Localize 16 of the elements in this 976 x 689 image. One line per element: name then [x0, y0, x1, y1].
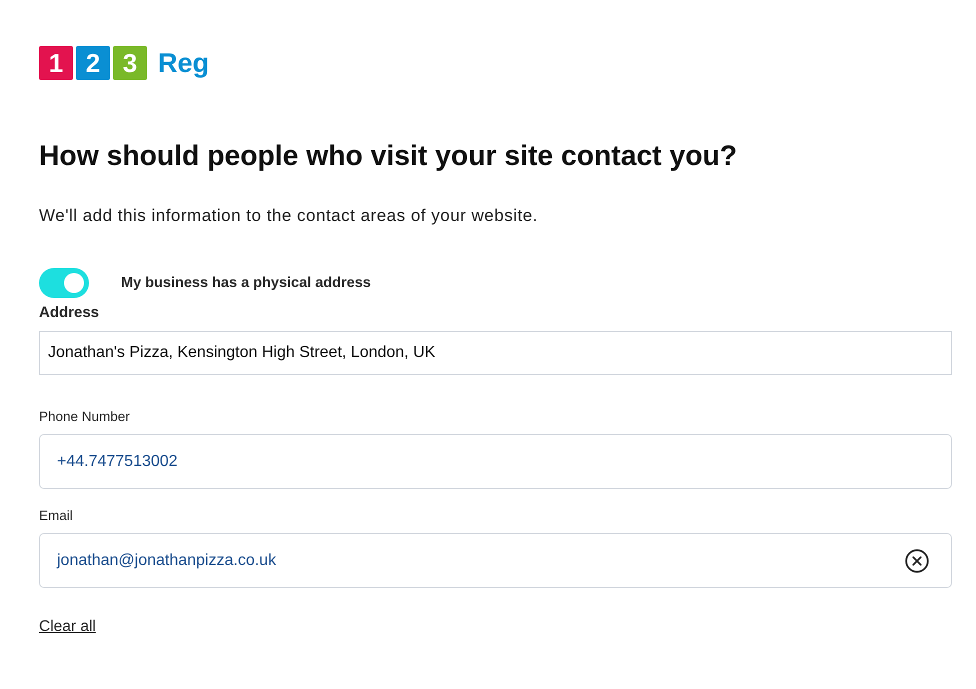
logo-tile: 2 — [76, 46, 110, 80]
toggle-label: My business has a physical address — [121, 274, 371, 292]
input-field[interactable]: Jonathan's Pizza, Kensington High Street, London, UK — [39, 331, 952, 375]
field-label: Phone Number — [39, 409, 131, 425]
input-field[interactable]: jonathan@jonathanpizza.co.uk — [39, 533, 952, 588]
page-heading: How should people who visit your site contact you? — [39, 138, 738, 172]
clear-all-link[interactable]: Clear all — [39, 618, 96, 636]
logo-wordmark: Reg — [158, 47, 210, 80]
page-subtitle: We'll add this information to the contact areas of your website. — [39, 206, 539, 226]
field-label: Address — [39, 304, 100, 322]
logo-tile: 3 — [113, 46, 147, 80]
input-field[interactable]: +44.7477513002 — [39, 434, 952, 489]
address-toggle[interactable] — [39, 268, 89, 298]
logo-tile: 1 — [39, 46, 73, 80]
field-label: Email — [39, 508, 74, 524]
clear-icon[interactable] — [905, 548, 929, 572]
